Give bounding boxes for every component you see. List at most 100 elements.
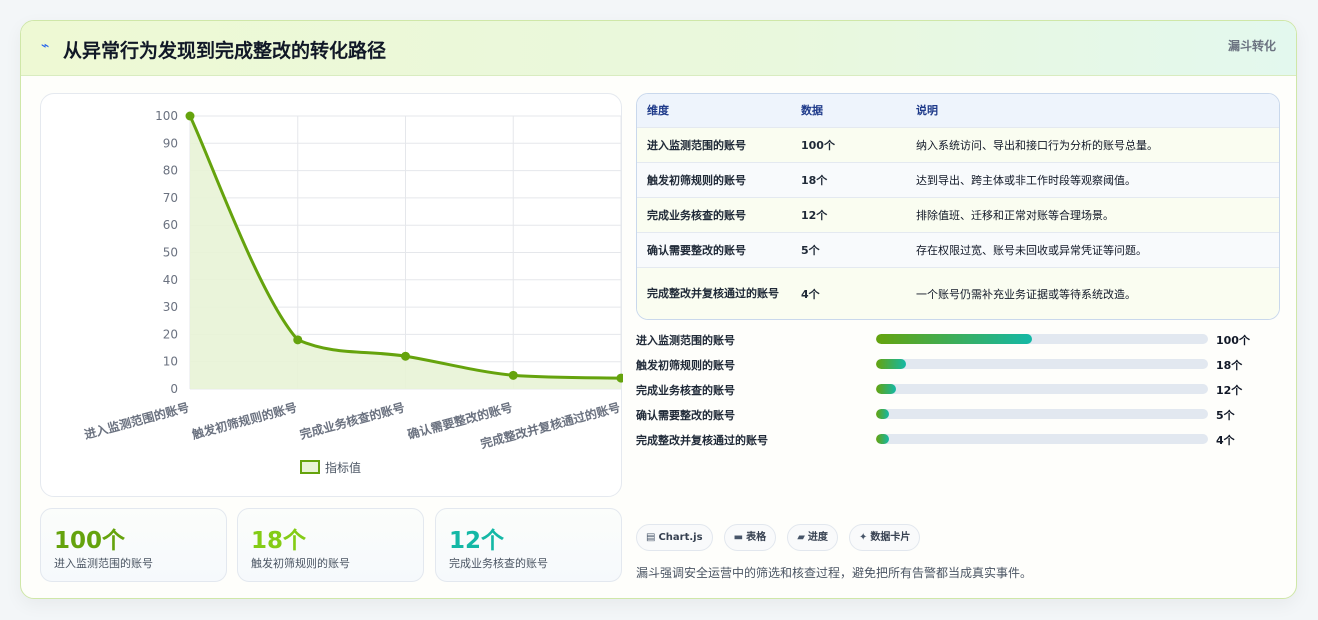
table-row: 完成整改并复核通过的账号 4个 一个账号仍需补充业务证据或等待系统改造。: [637, 267, 1279, 319]
table-cell-data: 100个: [801, 138, 835, 152]
y-tick-label: 90: [163, 136, 178, 150]
table-row: 完成业务核查的账号 12个 排除值班、迁移和正常对账等合理场景。: [637, 197, 1279, 232]
chip-label: Chart.js: [658, 532, 703, 543]
kpi-value: 18个: [251, 528, 307, 554]
funnel-card: ⌁ 从异常行为发现到完成整改的转化路径 漏斗转化 0 10 20 30 40 50 60 70…: [20, 20, 1297, 599]
progress-list: 进入监测范围的账号 100个 触发初筛规则的账号 18个 完成业务核查的账号 1…: [636, 328, 1286, 453]
card-tag: 漏斗转化: [1227, 39, 1276, 53]
kpi-label: 触发初筛规则的账号: [251, 557, 350, 570]
table-header-data: 数据: [801, 104, 823, 118]
kpi-card-triggered: 18个 触发初筛规则的账号: [237, 508, 424, 582]
progress-fill: [876, 384, 896, 394]
y-tick-label: 10: [163, 355, 178, 369]
progress-value: 12个: [1216, 384, 1243, 397]
table-icon: ▬: [733, 532, 744, 543]
table-cell-description: 一个账号仍需补充业务证据或等待系统改造。: [916, 287, 1136, 301]
data-point: [401, 351, 410, 361]
progress-fill: [876, 434, 890, 444]
progress-value: 4个: [1216, 434, 1235, 447]
y-tick-label: 40: [163, 273, 178, 287]
kpi-value: 12个: [449, 528, 505, 554]
table-cell-data: 18个: [801, 173, 828, 187]
card-header: ⌁ 从异常行为发现到完成整改的转化路径 漏斗转化: [21, 21, 1296, 76]
funnel-line-chart: 0 10 20 30 40 50 60 70 80 90 100 进入监测范围的账号 触发初筛规则的账号…: [40, 93, 623, 497]
progress-value: 5个: [1216, 409, 1235, 422]
progress-fill: [876, 334, 1033, 344]
table-cell-description: 排除值班、迁移和正常对账等合理场景。: [916, 208, 1114, 222]
progress-label: 完成业务核查的账号: [636, 384, 735, 397]
progress-row: 触发初筛规则的账号 18个: [636, 353, 1286, 378]
y-tick-label: 50: [163, 246, 178, 260]
progress-fill: [876, 409, 890, 419]
progress-track: [876, 409, 1208, 419]
card-title: 从异常行为发现到完成整改的转化路径: [63, 40, 387, 62]
table-header-row: 维度 数据 说明: [637, 94, 1279, 127]
progress-value: 18个: [1216, 359, 1243, 372]
progress-label: 进入监测范围的账号: [636, 334, 735, 347]
x-tick-label: 完成业务核查的账号: [298, 399, 406, 441]
data-point: [185, 111, 195, 121]
x-tick-label: 进入监测范围的账号: [83, 399, 191, 441]
table-cell-data: 5个: [801, 243, 820, 257]
progress-track: [876, 434, 1208, 444]
progress-value: 100个: [1216, 334, 1250, 347]
table-cell-dimension: 确认需要整改的账号: [647, 243, 746, 257]
y-tick-label: 100: [155, 109, 178, 123]
table-cell-dimension: 触发初筛规则的账号: [647, 173, 746, 187]
table-cell-data: 12个: [801, 208, 828, 222]
progress-track: [876, 334, 1208, 344]
table-header-dimension: 维度: [647, 104, 669, 118]
progress-icon: ▰: [797, 532, 805, 543]
footnote: 漏斗强调安全运营中的筛选和核查过程，避免把所有告警都当成真实事件。: [636, 566, 1033, 580]
table-row: 进入监测范围的账号 100个 纳入系统访问、导出和接口行为分析的账号总量。: [637, 127, 1279, 162]
kpi-value: 100个: [54, 528, 126, 554]
legend-swatch: [300, 460, 320, 474]
table-cell-description: 存在权限过宽、账号未回收或异常凭证等问题。: [916, 243, 1147, 257]
progress-row: 确认需要整改的账号 5个: [636, 403, 1286, 428]
kpi-label: 完成业务核查的账号: [449, 557, 548, 570]
y-tick-label: 20: [163, 327, 178, 341]
x-tick-label: 触发初筛规则的账号: [190, 399, 298, 441]
tech-chips: ▤ Chart.js ▬ 表格 ▰ 进度 ✦ 数据卡片: [636, 524, 926, 551]
chip-data-card[interactable]: ✦ 数据卡片: [849, 524, 921, 551]
chip-chartjs[interactable]: ▤ Chart.js: [636, 524, 713, 551]
progress-row: 完成整改并复核通过的账号 4个: [636, 428, 1286, 453]
data-point: [508, 370, 518, 380]
y-tick-label: 30: [163, 300, 178, 314]
table-row: 确认需要整改的账号 5个 存在权限过宽、账号未回收或异常凭证等问题。: [637, 232, 1279, 267]
progress-track: [876, 384, 1208, 394]
chip-label: 表格: [746, 532, 767, 543]
data-point: [293, 335, 303, 345]
y-tick-label: 80: [163, 164, 178, 178]
table-cell-description: 纳入系统访问、导出和接口行为分析的账号总量。: [916, 138, 1158, 152]
progress-label: 完成整改并复核通过的账号: [636, 434, 768, 447]
legend-label: 指标值: [325, 460, 361, 475]
table-cell-dimension: 完成业务核查的账号: [647, 208, 746, 222]
chip-table[interactable]: ▬ 表格: [723, 524, 777, 551]
chip-progress[interactable]: ▰ 进度: [787, 524, 838, 551]
progress-row: 进入监测范围的账号 100个: [636, 328, 1286, 353]
table-header-description: 说明: [916, 104, 938, 118]
data-table: 维度 数据 说明 进入监测范围的账号 100个 纳入系统访问、导出和接口行为分析…: [636, 93, 1280, 320]
table-cell-data: 4个: [801, 287, 820, 301]
progress-fill: [876, 359, 906, 369]
kpi-card-monitored: 100个 进入监测范围的账号: [40, 508, 227, 582]
progress-label: 确认需要整改的账号: [636, 409, 735, 422]
table-cell-description: 达到导出、跨主体或非工作时段等观察阈值。: [916, 173, 1136, 187]
card-icon: ✦: [859, 532, 868, 543]
chart-svg: 0 10 20 30 40 50 60 70 80 90 100 进入监测范围的账号 触发初筛规则的账号…: [83, 109, 623, 475]
table-cell-dimension: 完成整改并复核通过的账号: [647, 286, 779, 300]
chart-icon: ▤: [646, 532, 656, 543]
chip-label: 数据卡片: [870, 532, 911, 543]
progress-row: 完成业务核查的账号 12个: [636, 378, 1286, 403]
y-tick-label: 70: [163, 191, 178, 205]
progress-track: [876, 359, 1208, 369]
kpi-card-verified: 12个 完成业务核查的账号: [435, 508, 622, 582]
chip-label: 进度: [807, 532, 828, 543]
table-row: 触发初筛规则的账号 18个 达到导出、跨主体或非工作时段等观察阈值。: [637, 162, 1279, 197]
y-tick-label: 0: [170, 382, 178, 396]
y-tick-label: 60: [163, 218, 178, 232]
spark-icon: ⌁: [41, 38, 50, 54]
kpi-label: 进入监测范围的账号: [54, 557, 153, 570]
progress-label: 触发初筛规则的账号: [636, 359, 735, 372]
